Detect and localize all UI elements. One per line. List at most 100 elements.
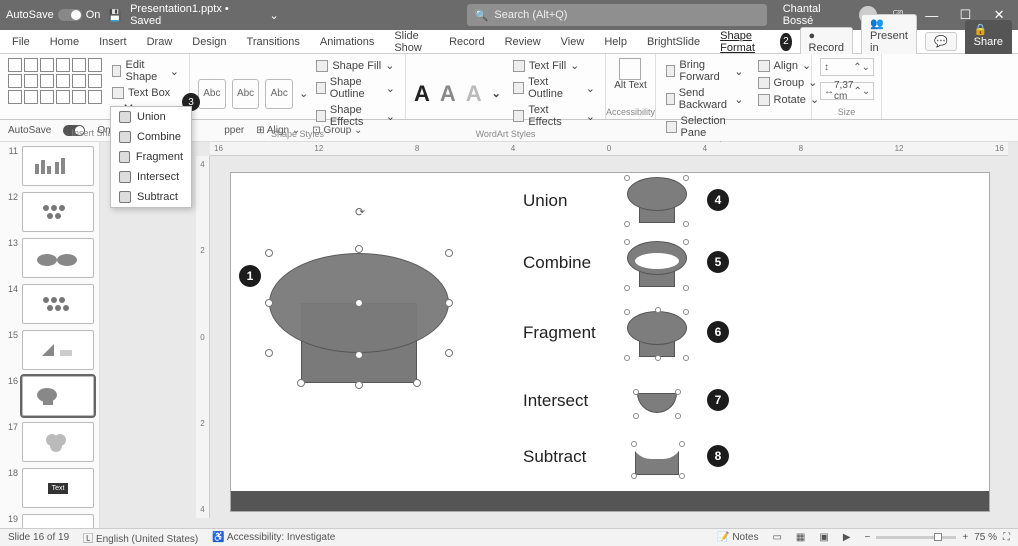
callout-8: 8 xyxy=(707,445,729,467)
tab-draw[interactable]: Draw xyxy=(141,33,179,51)
thumb-18[interactable]: Text xyxy=(22,468,94,508)
selection-pane-button[interactable]: Selection Pane xyxy=(664,114,746,140)
view-normal-icon[interactable]: ▭ xyxy=(772,532,781,543)
callout-6: 6 xyxy=(707,321,729,343)
merge-combine[interactable]: Combine xyxy=(111,127,191,147)
send-backward-button[interactable]: Send Backward ⌄ xyxy=(664,86,746,112)
merge-fragment[interactable]: Fragment xyxy=(111,147,191,167)
text-effects-button[interactable]: Text Effects ⌄ xyxy=(511,103,597,129)
tab-insert[interactable]: Insert xyxy=(93,33,133,51)
slide-footer xyxy=(231,491,989,511)
merge-intersect[interactable]: Intersect xyxy=(111,167,191,187)
thumb-12[interactable] xyxy=(22,192,94,232)
tab-shape-format[interactable]: Shape Format xyxy=(714,27,770,57)
slide-canvas[interactable]: ⟳ 1 Union Combine Fragment Intersect Sub… xyxy=(230,172,990,512)
text-fill-button[interactable]: Text Fill ⌄ xyxy=(511,58,597,73)
tab-slideshow[interactable]: Slide Show xyxy=(388,27,435,57)
result-combine[interactable] xyxy=(627,233,687,287)
thumb-15[interactable] xyxy=(22,330,94,370)
shape-style-2[interactable]: Abc xyxy=(232,79,260,109)
rotate-handle[interactable]: ⟳ xyxy=(355,205,365,219)
label-intersect: Intersect xyxy=(523,391,588,411)
style-more-icon[interactable]: ⌄ xyxy=(299,87,308,100)
slide-thumbnails[interactable]: 11 12 13 14 15 16 17 18Text 19 xyxy=(0,142,100,528)
view-sorter-icon[interactable]: ▦ xyxy=(796,532,805,543)
edit-shape-button[interactable]: Edit Shape ⌄ xyxy=(110,58,181,84)
label-combine: Combine xyxy=(523,253,591,273)
save-icon[interactable]: 💾 xyxy=(108,9,122,22)
thumb-13[interactable] xyxy=(22,238,94,278)
ruler-vertical: 42024 xyxy=(196,156,210,518)
shape-effects-button[interactable]: Shape Effects ⌄ xyxy=(314,103,397,129)
shape-outline-button[interactable]: Shape Outline ⌄ xyxy=(314,75,397,101)
text-box-button[interactable]: Text Box xyxy=(110,86,181,100)
zoom-out-button[interactable]: − xyxy=(865,532,871,543)
label-subtract: Subtract xyxy=(523,447,586,467)
callout-1: 1 xyxy=(239,265,261,287)
merge-union[interactable]: Union xyxy=(111,107,191,127)
thumb-14[interactable] xyxy=(22,284,94,324)
tab-help[interactable]: Help xyxy=(598,33,633,51)
wordart-more-icon[interactable]: ⌄ xyxy=(492,87,501,100)
bring-forward-button[interactable]: Bring Forward ⌄ xyxy=(664,58,746,84)
group-label-styles: Shape Styles xyxy=(198,129,397,139)
view-slideshow-icon[interactable]: ▶ xyxy=(843,532,851,543)
zoom-slider[interactable] xyxy=(876,536,956,539)
comments-button[interactable]: 💬 xyxy=(925,32,957,51)
thumb-16[interactable] xyxy=(22,376,94,416)
autosave-badge: On xyxy=(86,9,101,21)
shape-style-3[interactable]: Abc xyxy=(265,79,293,109)
shape-style-1[interactable]: Abc xyxy=(198,79,226,109)
zoom-in-button[interactable]: + xyxy=(962,532,968,543)
fit-window-button[interactable]: ⛶ xyxy=(1003,532,1010,543)
thumb-17[interactable] xyxy=(22,422,94,462)
zoom-value: 75 % xyxy=(974,532,997,543)
result-intersect[interactable] xyxy=(627,373,687,427)
notes-button[interactable]: 📝 Notes xyxy=(717,532,758,543)
tab-transitions[interactable]: Transitions xyxy=(241,33,306,51)
tab-brightslide[interactable]: BrightSlide xyxy=(641,33,706,51)
group-label-size: Size xyxy=(820,107,873,117)
group-label-accessibility: Accessibility xyxy=(606,107,655,117)
status-slide: Slide 16 of 19 xyxy=(8,532,69,543)
autosave-label: AutoSave xyxy=(6,9,54,21)
text-outline-button[interactable]: Text Outline ⌄ xyxy=(511,75,597,101)
tab-home[interactable]: Home xyxy=(44,33,85,51)
callout-2: 2 xyxy=(780,33,791,51)
status-lang[interactable]: 🄻 English (United States) xyxy=(83,530,198,545)
alt-text-button[interactable]: Alt Text xyxy=(614,58,647,91)
result-fragment[interactable] xyxy=(627,303,687,357)
callout-5: 5 xyxy=(707,251,729,273)
shape-gallery[interactable] xyxy=(8,58,102,128)
autosave-toggle[interactable] xyxy=(58,9,82,21)
record-button[interactable]: ● Record xyxy=(800,27,853,57)
shape-fill-button[interactable]: Shape Fill ⌄ xyxy=(314,58,397,73)
search-input[interactable]: 🔍 Search (Alt+Q) xyxy=(467,4,767,26)
tab-view[interactable]: View xyxy=(555,33,591,51)
callout-7: 7 xyxy=(707,389,729,411)
doc-title[interactable]: Presentation1.pptx • Saved xyxy=(130,3,261,27)
tab-file[interactable]: File xyxy=(6,33,36,51)
thumb-11[interactable] xyxy=(22,146,94,186)
size-width[interactable]: ↔7,37 cm⌃⌄ xyxy=(820,82,874,100)
ruler-horizontal: 1612840481216 xyxy=(210,142,1008,156)
callout-4: 4 xyxy=(707,189,729,211)
wordart-gallery[interactable]: A A A ⌄ xyxy=(414,81,501,107)
tab-animations[interactable]: Animations xyxy=(314,33,380,51)
label-union: Union xyxy=(523,191,567,211)
status-accessibility[interactable]: ♿ Accessibility: Investigate xyxy=(212,532,335,543)
size-height[interactable]: ↕⌃⌄ xyxy=(820,58,874,76)
selected-shapes[interactable]: ⟳ xyxy=(269,223,449,383)
merge-subtract[interactable]: Subtract xyxy=(111,187,191,207)
thumb-19[interactable] xyxy=(22,514,94,528)
label-fragment: Fragment xyxy=(523,323,596,343)
search-placeholder: Search (Alt+Q) xyxy=(494,9,567,21)
chevron-down-icon[interactable]: ⌄ xyxy=(269,9,278,22)
view-reading-icon[interactable]: ▣ xyxy=(819,532,828,543)
tab-record[interactable]: Record xyxy=(443,33,490,51)
group-label-wordart: WordArt Styles xyxy=(414,129,597,139)
result-union[interactable] xyxy=(627,169,687,223)
tab-design[interactable]: Design xyxy=(186,33,232,51)
tab-review[interactable]: Review xyxy=(499,33,547,51)
result-subtract[interactable] xyxy=(627,429,687,483)
